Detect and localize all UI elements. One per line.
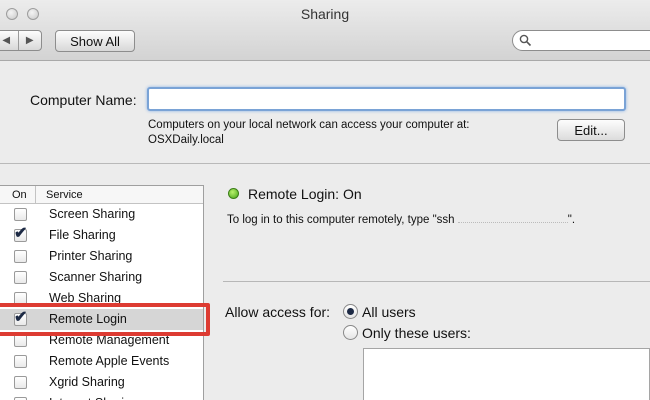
only-these-users-radio[interactable]	[343, 325, 358, 340]
computer-name-info: Computers on your local network can acce…	[148, 118, 470, 148]
service-row[interactable]: Screen Sharing	[0, 204, 203, 225]
service-label: Remote Apple Events	[49, 354, 170, 368]
service-status: Remote Login: On	[248, 186, 362, 202]
edit-button[interactable]: Edit...	[557, 119, 625, 141]
allowed-users-list[interactable]	[363, 348, 650, 400]
service-checkbox[interactable]	[14, 250, 27, 263]
title-bar: Sharing ◀ ▶ Show All	[0, 0, 650, 61]
service-checkbox[interactable]	[14, 271, 27, 284]
instruction-prefix: To log in to this computer remotely, typ…	[227, 214, 455, 226]
service-row[interactable]: Remote Apple Events	[0, 351, 203, 372]
service-list-header: On Service	[0, 186, 203, 204]
back-forward-control[interactable]: ◀ ▶	[0, 30, 42, 51]
search-icon	[519, 34, 532, 47]
search-field[interactable]	[512, 30, 650, 51]
column-header-service[interactable]: Service	[36, 189, 83, 201]
service-checkbox[interactable]	[14, 355, 27, 368]
radio-selected-dot	[347, 308, 354, 315]
allow-access-label: Allow access for:	[225, 304, 331, 320]
forward-arrow-icon[interactable]: ▶	[19, 31, 42, 50]
computer-name-label: Computer Name:	[30, 92, 137, 108]
service-list[interactable]: On Service Screen Sharing ✔ File Sharing Pr…	[0, 185, 204, 400]
only-these-users-label[interactable]: Only these users:	[362, 325, 471, 341]
show-all-button[interactable]: Show All	[55, 30, 135, 52]
service-row[interactable]: Printer Sharing	[0, 246, 203, 267]
column-header-on[interactable]: On	[0, 186, 36, 203]
redacted-address	[457, 212, 568, 223]
service-row[interactable]: ✔ File Sharing	[0, 225, 203, 246]
back-arrow-icon[interactable]: ◀	[0, 31, 19, 50]
service-label: File Sharing	[49, 228, 116, 242]
service-row[interactable]: Xgrid Sharing	[0, 372, 203, 393]
highlight-annotation	[0, 303, 210, 336]
login-instructions: To log in to this computer remotely, typ…	[227, 212, 575, 226]
status-indicator-icon	[228, 188, 239, 199]
service-checkbox[interactable]	[14, 376, 27, 389]
window-title: Sharing	[300, 6, 350, 22]
service-label: Xgrid Sharing	[49, 375, 125, 389]
service-row[interactable]: Scanner Sharing	[0, 267, 203, 288]
checkmark-icon: ✔	[14, 225, 28, 242]
service-row[interactable]: Internet Sharing	[0, 393, 203, 400]
service-checkbox[interactable]: ✔	[14, 225, 27, 242]
section-divider	[0, 163, 650, 164]
local-hostname: OSXDaily.local	[148, 134, 224, 146]
service-label: Screen Sharing	[49, 207, 136, 221]
all-users-label[interactable]: All users	[362, 304, 416, 320]
all-users-radio[interactable]	[343, 304, 358, 319]
network-access-text: Computers on your local network can acce…	[148, 119, 470, 131]
service-checkbox[interactable]	[14, 208, 27, 221]
computer-name-input[interactable]	[147, 87, 626, 111]
service-label: Scanner Sharing	[49, 270, 143, 284]
detail-divider	[223, 281, 650, 282]
service-label: Internet Sharing	[49, 396, 138, 400]
instruction-suffix: ".	[567, 214, 576, 226]
service-label: Printer Sharing	[49, 249, 133, 263]
